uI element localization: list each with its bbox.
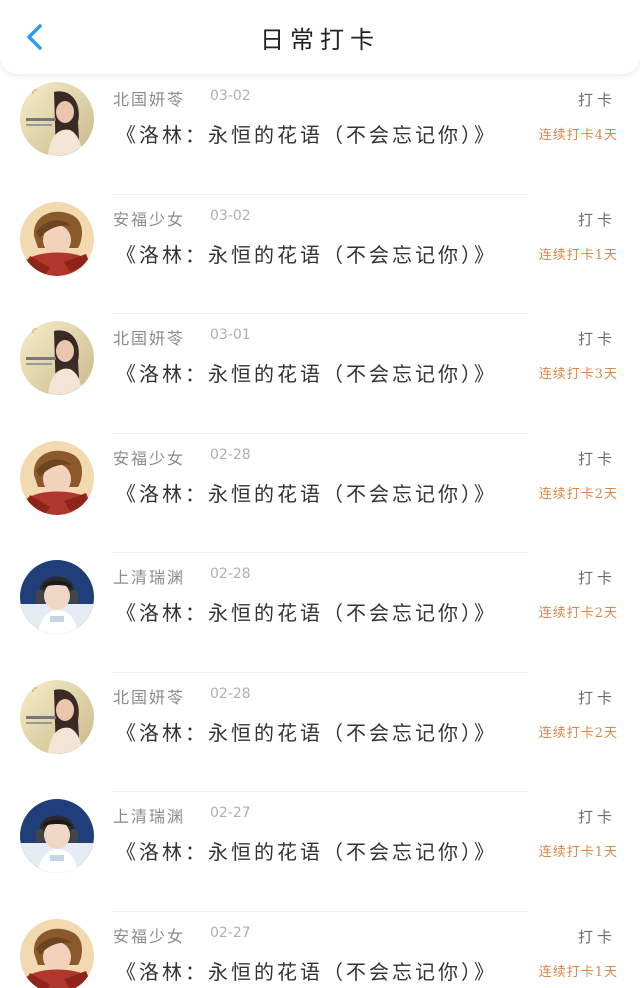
scarf-boy-avatar-image [20, 918, 94, 988]
streak-badge: 连续打卡2天 [538, 725, 618, 741]
book-title[interactable]: 《洛林：永恒的花语（不会忘记你）》 [116, 239, 497, 268]
book-title[interactable]: 《洛林：永恒的花语（不会忘记你）》 [116, 717, 497, 746]
avatar[interactable] [20, 560, 94, 634]
checkin-list: + 北国妍苓 03-02 《洛林：永恒的花语（不会忘记你）》 打卡 连续打卡4天… [0, 75, 640, 988]
checkin-button[interactable]: 打卡 [578, 89, 616, 110]
streak-badge: 连续打卡2天 [538, 606, 618, 621]
checkin-button[interactable]: 打卡 [578, 448, 616, 469]
avatar[interactable] [20, 918, 94, 988]
svg-text:+: + [28, 83, 38, 97]
book-title[interactable]: 《洛林：永恒的花语（不会忘记你）》 [116, 358, 497, 387]
avatar[interactable] [20, 440, 94, 515]
list-item[interactable]: 上清瑞渊 02-28 《洛林：永恒的花语（不会忘记你）》 打卡 连续打卡2天 [0, 553, 640, 673]
username[interactable]: 上清瑞渊 [113, 803, 185, 827]
book-title[interactable]: 《洛林：永恒的花语（不会忘记你）》 [116, 119, 497, 148]
checkin-date: 03-02 [210, 88, 251, 104]
username[interactable]: 北国妍苓 [113, 86, 185, 110]
streak-badge: 连续打卡1天 [538, 845, 618, 860]
checkin-date: 02-28 [210, 446, 251, 463]
checkin-button[interactable]: 打卡 [578, 328, 616, 349]
list-item[interactable]: 安福少女 03-02 《洛林：永恒的花语（不会忘记你）》 打卡 连续打卡1天 [0, 195, 640, 314]
avatar[interactable] [20, 799, 94, 873]
book-title[interactable]: 《洛林：永恒的花语（不会忘记你）》 [116, 956, 497, 985]
username[interactable]: 安福少女 [113, 445, 185, 469]
girl-photo-avatar-image: + [20, 679, 94, 754]
avatar[interactable] [20, 201, 94, 276]
checkin-date: 03-01 [210, 327, 251, 343]
streak-badge: 连续打卡1天 [538, 964, 618, 980]
streak-badge: 连续打卡4天 [538, 128, 618, 143]
book-title[interactable]: 《洛林：永恒的花语（不会忘记你）》 [116, 597, 497, 626]
checkin-date: 02-28 [210, 566, 251, 582]
page-title: 日常打卡 [260, 26, 380, 54]
checkin-button[interactable]: 打卡 [578, 687, 616, 708]
list-item[interactable]: + 北国妍苓 03-02 《洛林：永恒的花语（不会忘记你）》 打卡 连续打卡4天 [0, 75, 640, 195]
headphone-boy-avatar-image [20, 799, 94, 873]
checkin-button[interactable]: 打卡 [578, 209, 616, 230]
list-item[interactable]: 安福少女 02-28 《洛林：永恒的花语（不会忘记你）》 打卡 连续打卡2天 [0, 434, 640, 553]
username[interactable]: 安福少女 [113, 923, 185, 947]
list-item[interactable]: 上清瑞渊 02-27 《洛林：永恒的花语（不会忘记你）》 打卡 连续打卡1天 [0, 792, 640, 912]
scarf-boy-avatar-image [20, 201, 94, 276]
svg-text:+: + [28, 322, 38, 336]
svg-text:+: + [28, 681, 38, 695]
username[interactable]: 北国妍苓 [113, 684, 185, 708]
avatar[interactable]: + [20, 82, 94, 156]
username[interactable]: 上清瑞渊 [113, 564, 185, 588]
checkin-date: 02-27 [210, 805, 251, 821]
list-item[interactable]: + 北国妍苓 02-28 《洛林：永恒的花语（不会忘记你）》 打卡 连续打卡2天 [0, 673, 640, 792]
scarf-boy-avatar-image [20, 440, 94, 515]
list-item[interactable]: 安福少女 02-27 《洛林：永恒的花语（不会忘记你）》 打卡 连续打卡1天 [0, 912, 640, 988]
username[interactable]: 北国妍苓 [113, 325, 185, 349]
checkin-button[interactable]: 打卡 [578, 567, 616, 588]
header: 日常打卡 [0, 0, 640, 74]
avatar[interactable]: + [20, 679, 94, 754]
book-title[interactable]: 《洛林：永恒的花语（不会忘记你）》 [116, 836, 497, 865]
streak-badge: 连续打卡2天 [538, 486, 618, 502]
girl-photo-avatar-image: + [20, 82, 94, 156]
checkin-button[interactable]: 打卡 [578, 926, 616, 947]
book-title[interactable]: 《洛林：永恒的花语（不会忘记你）》 [116, 478, 497, 507]
page: 日常打卡 + 北国妍苓 03-02 《洛林：永恒的花语（不会忘记你）》 打卡 连… [0, 0, 640, 988]
checkin-button[interactable]: 打卡 [578, 806, 616, 827]
streak-badge: 连续打卡3天 [538, 367, 618, 382]
avatar[interactable]: + [20, 321, 94, 395]
checkin-date: 02-27 [210, 924, 251, 941]
headphone-boy-avatar-image [20, 560, 94, 634]
checkin-date: 03-02 [210, 207, 251, 224]
girl-photo-avatar-image: + [20, 321, 94, 395]
username[interactable]: 安福少女 [113, 206, 185, 230]
list-item[interactable]: + 北国妍苓 03-01 《洛林：永恒的花语（不会忘记你）》 打卡 连续打卡3天 [0, 314, 640, 434]
checkin-date: 02-28 [210, 685, 251, 702]
streak-badge: 连续打卡1天 [538, 247, 618, 263]
